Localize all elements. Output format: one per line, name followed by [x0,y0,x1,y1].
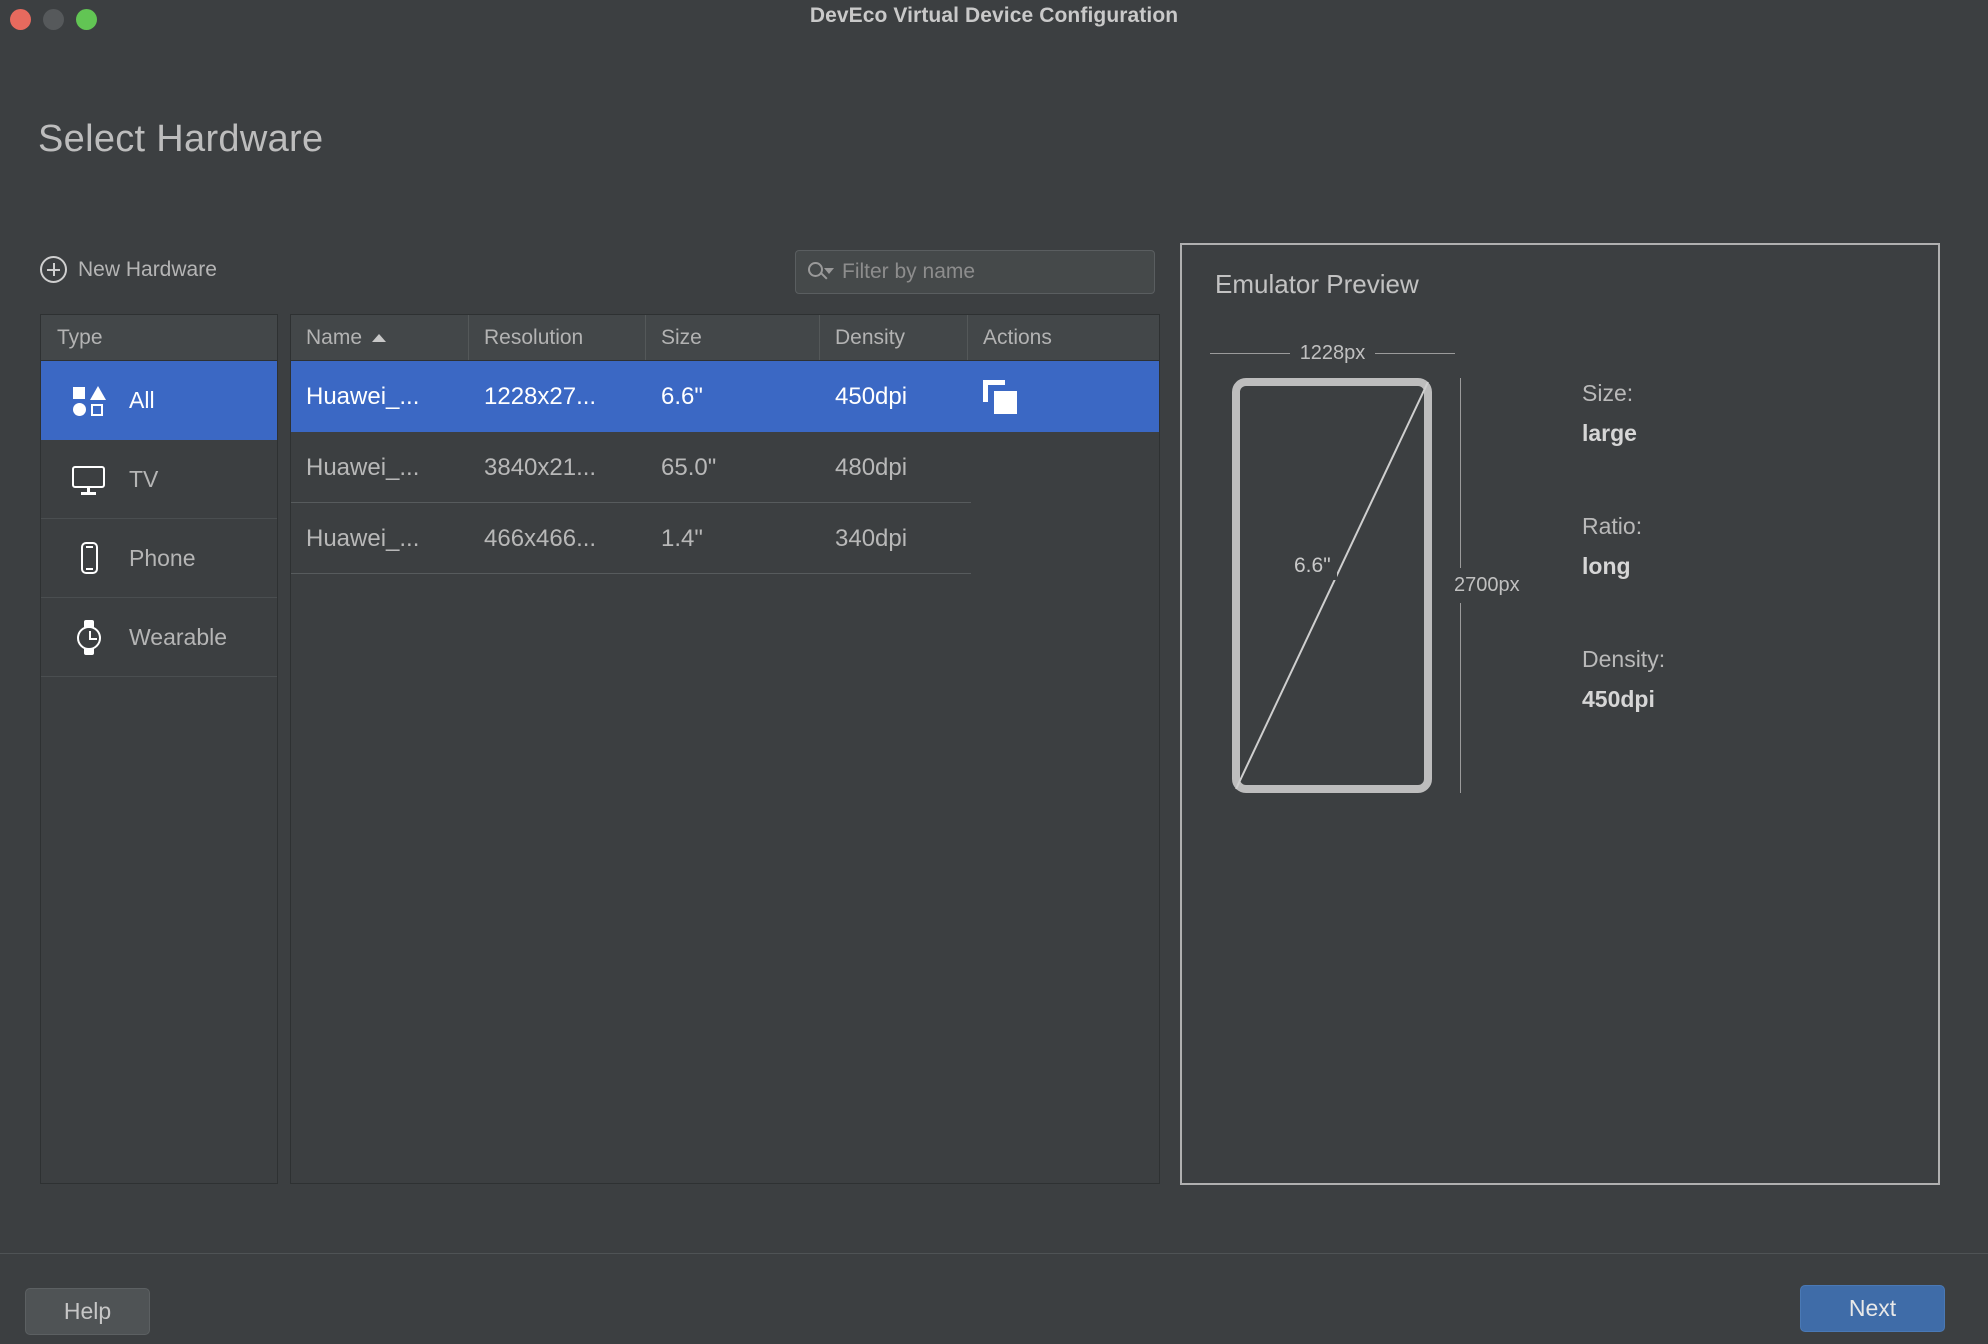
cell-name: Huawei_... [306,524,420,552]
cell-actions [968,503,1158,574]
cell-density: 340dpi [835,524,908,552]
spec-label: Density: [1582,646,1666,672]
type-header: Type [41,315,277,361]
sidebar-item-phone[interactable]: Phone [41,519,277,598]
cell-actions [968,432,1158,503]
height-label: 2700px [1454,574,1520,596]
cell-resolution: 1228x27... [484,382,597,410]
cell-density: 480dpi [835,453,908,481]
sidebar-item-all[interactable]: All [41,361,277,440]
filter-field[interactable] [795,250,1155,294]
footer-divider [0,1253,1988,1254]
table-row[interactable]: Huawei_... 466x466... 1.4" 340dpi [291,503,1159,574]
cell-resolution: 3840x21... [484,453,597,481]
column-header-resolution[interactable]: Resolution [469,315,646,360]
new-hardware-label: New Hardware [78,257,217,281]
virtual-device-configuration-window: DevEco Virtual Device Configuration Sele… [0,0,1988,1344]
column-header-size[interactable]: Size [646,315,820,360]
page-title: Select Hardware [38,118,324,160]
sidebar-item-label: All [129,386,155,413]
spec-label: Size: [1582,380,1634,406]
spec-value: 450dpi [1582,686,1655,712]
sort-ascending-icon [372,333,387,342]
cell-resolution: 466x466... [484,524,597,552]
cell-actions [968,361,1158,432]
spec-density: Density: 450dpi [1582,646,1882,713]
cell-density: 450dpi [835,382,908,410]
device-diagram: 1228px 6.6" 2700px [1210,340,1520,900]
table-header-row: Name Resolution Size Density Actions [291,315,1159,361]
sidebar-item-wearable[interactable]: Wearable [41,598,277,677]
tv-icon [71,461,107,497]
spec-value: long [1582,553,1631,579]
type-sidebar: Type All TV Phone Wearable [40,314,278,1184]
cell-name: Huawei_... [306,382,420,410]
title-bar: DevEco Virtual Device Configuration [0,0,1988,46]
search-input[interactable] [832,260,1144,284]
plus-circle-icon [40,256,67,283]
row-separator [291,573,971,574]
preview-title: Emulator Preview [1215,269,1419,299]
help-button[interactable]: Help [25,1288,150,1335]
sidebar-item-label: Phone [129,544,196,571]
emulator-preview-panel: Emulator Preview 1228px 6.6" 2700px Size… [1180,243,1940,1185]
column-label: Name [306,325,363,349]
diagonal-line [1235,381,1429,790]
sidebar-item-label: Wearable [129,623,228,650]
search-icon [806,259,834,285]
sidebar-item-tv[interactable]: TV [41,440,277,519]
column-header-density[interactable]: Density [820,315,968,360]
spec-size: Size: large [1582,380,1882,447]
phone-icon [71,540,107,576]
cell-size: 65.0" [661,453,717,481]
next-button[interactable]: Next [1800,1285,1945,1332]
width-label: 1228px [1299,341,1366,364]
cell-size: 6.6" [661,382,703,410]
spec-value: large [1582,420,1637,446]
table-row[interactable]: Huawei_... 1228x27... 6.6" 450dpi [291,361,1159,432]
width-dimension: 1228px [1210,340,1455,366]
cell-name: Huawei_... [306,453,420,481]
window-title: DevEco Virtual Device Configuration [809,4,1179,27]
duplicate-icon[interactable] [983,379,1017,414]
column-header-name[interactable]: Name [291,315,469,360]
device-specs: Size: large Ratio: long Density: 450dpi [1582,380,1882,779]
height-dimension: 2700px [1454,378,1576,793]
new-hardware-button[interactable]: New Hardware [40,256,217,283]
shapes-grid-icon [71,382,107,418]
watch-icon [71,619,107,655]
spec-label: Ratio: [1582,513,1643,539]
cell-size: 1.4" [661,524,703,552]
hardware-table: Name Resolution Size Density Actions Hua… [290,314,1160,1184]
diagonal-label: 6.6" [1288,552,1337,580]
spec-ratio: Ratio: long [1582,513,1882,580]
table-row[interactable]: Huawei_... 3840x21... 65.0" 480dpi [291,432,1159,503]
sidebar-item-label: TV [129,465,159,492]
column-header-actions[interactable]: Actions [968,315,1158,360]
